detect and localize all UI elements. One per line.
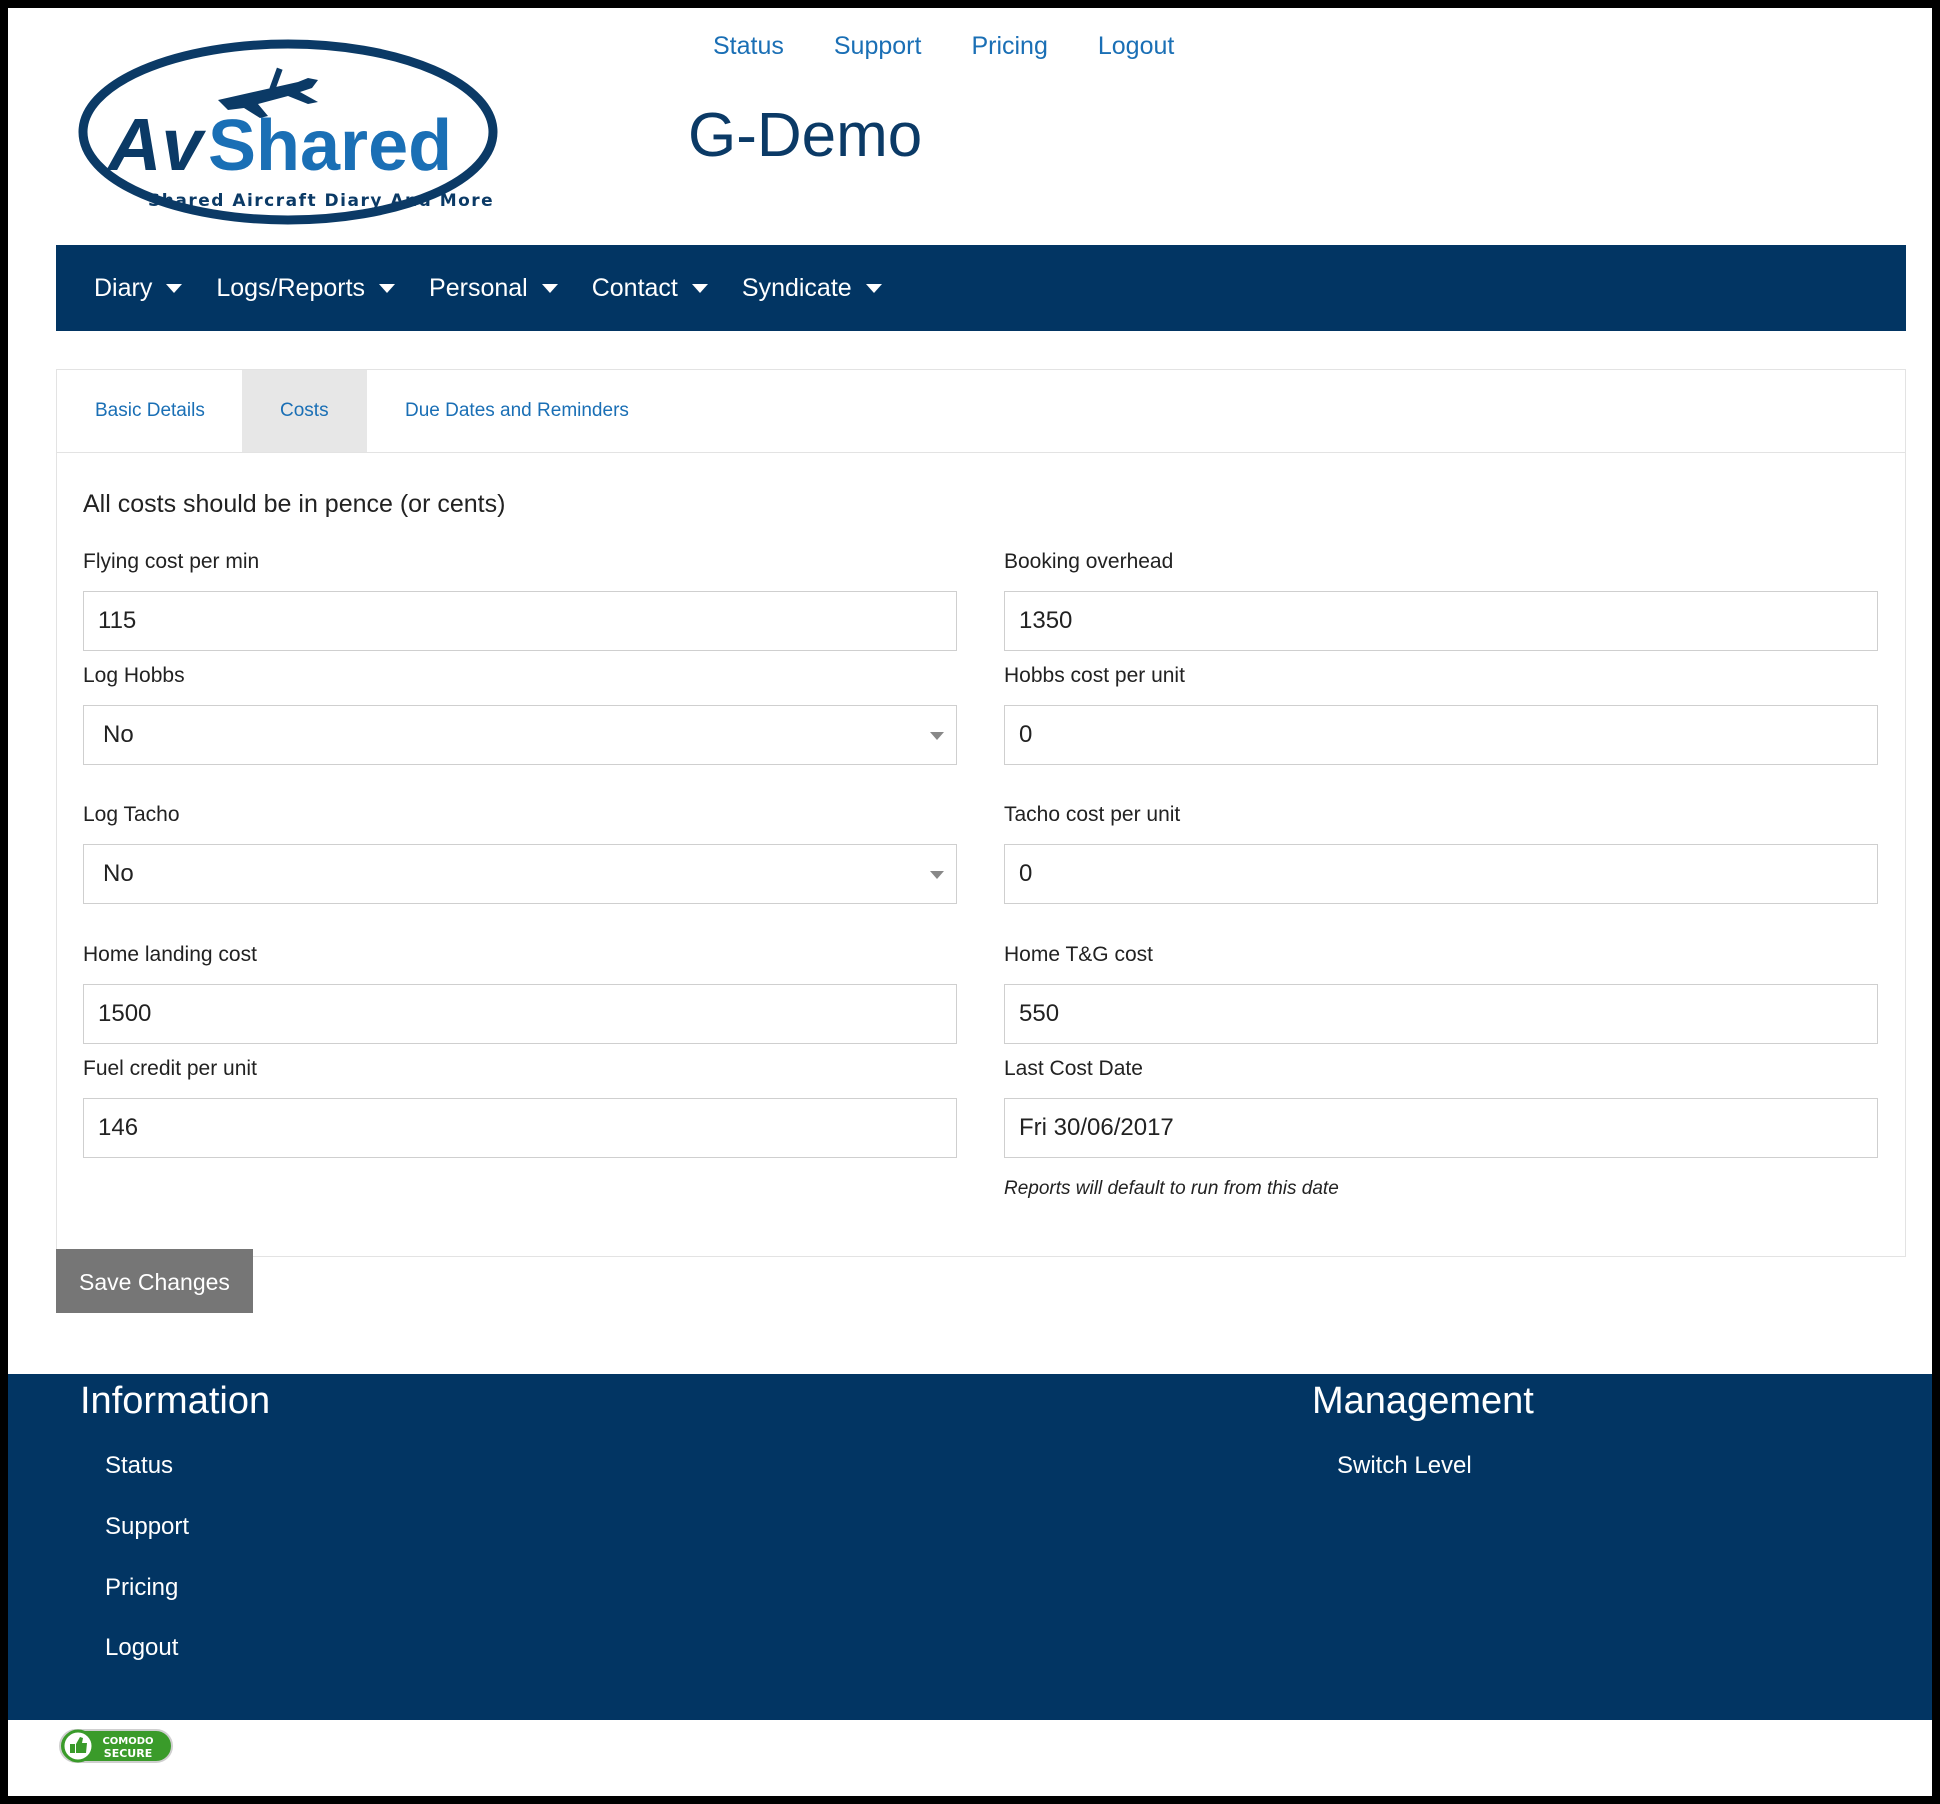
- nav-syndicate-label: Syndicate: [741, 273, 852, 302]
- nav-logs-label: Logs/Reports: [216, 273, 366, 302]
- caret-down-icon: [541, 283, 558, 293]
- caret-down-icon: [166, 283, 183, 293]
- nav-contact-label: Contact: [591, 273, 678, 302]
- aircraft-title: G-Demo: [688, 101, 923, 170]
- home-tg-input[interactable]: 550: [1004, 984, 1878, 1044]
- main-navbar: Diary Logs/Reports Personal Contact Synd…: [56, 245, 1906, 331]
- flying-cost-label: Flying cost per min: [83, 550, 260, 573]
- log-hobbs-value: No: [103, 721, 134, 748]
- log-tacho-label: Log Tacho: [83, 803, 180, 826]
- footer-link-logout[interactable]: Logout: [105, 1634, 178, 1662]
- nav-contact[interactable]: Contact: [592, 274, 708, 303]
- caret-down-icon: [691, 283, 708, 293]
- tacho-cost-input[interactable]: 0: [1004, 844, 1878, 904]
- tab-basic-details[interactable]: Basic Details: [57, 370, 243, 452]
- home-landing-label: Home landing cost: [83, 943, 257, 966]
- log-tacho-value: No: [103, 860, 134, 887]
- badge-line2: SECURE: [104, 1747, 152, 1760]
- top-link-logout[interactable]: Logout: [1098, 30, 1174, 62]
- nav-logs-reports[interactable]: Logs/Reports: [216, 273, 396, 303]
- nav-personal-label: Personal: [429, 273, 528, 302]
- footer-information-heading: Information: [80, 1380, 271, 1422]
- hobbs-cost-label: Hobbs cost per unit: [1004, 664, 1185, 687]
- fuel-credit-label: Fuel credit per unit: [83, 1057, 257, 1080]
- nav-personal[interactable]: Personal: [429, 274, 558, 303]
- costs-intro: All costs should be in pence (or cents): [83, 490, 506, 518]
- nav-diary[interactable]: Diary: [94, 273, 183, 303]
- tab-bar: Basic Details Costs Due Dates and Remind…: [57, 370, 1905, 453]
- dropdown-arrow-icon: [930, 871, 944, 879]
- booking-overhead-label: Booking overhead: [1004, 550, 1174, 573]
- hobbs-cost-input[interactable]: 0: [1004, 705, 1878, 765]
- tacho-cost-label: Tacho cost per unit: [1004, 803, 1181, 826]
- logo-tagline: Shared Aircraft Diary And More: [148, 191, 494, 211]
- save-changes-button[interactable]: Save Changes: [56, 1249, 253, 1313]
- fuel-credit-input[interactable]: 146: [83, 1098, 957, 1158]
- dropdown-arrow-icon: [930, 732, 944, 740]
- home-landing-input[interactable]: 1500: [83, 984, 957, 1044]
- home-tg-label: Home T&G cost: [1004, 943, 1153, 966]
- last-cost-date-label: Last Cost Date: [1004, 1057, 1143, 1080]
- footer-management-heading: Management: [1312, 1380, 1534, 1422]
- footer-link-status[interactable]: Status: [105, 1452, 173, 1480]
- last-cost-date-input[interactable]: Fri 30/06/2017: [1004, 1098, 1878, 1158]
- caret-down-icon: [379, 283, 396, 293]
- costs-panel: Basic Details Costs Due Dates and Remind…: [56, 369, 1906, 1257]
- nav-syndicate[interactable]: Syndicate: [742, 274, 882, 303]
- log-hobbs-select[interactable]: No: [83, 705, 957, 765]
- comodo-secure-badge[interactable]: COMODO SECURE: [58, 1726, 176, 1766]
- top-links: Status Support Pricing Logout: [713, 30, 1224, 62]
- caret-down-icon: [865, 283, 882, 293]
- footer-link-support[interactable]: Support: [105, 1513, 189, 1541]
- footer: Information Status Support Pricing Logou…: [8, 1374, 1932, 1720]
- last-cost-date-help: Reports will default to run from this da…: [1004, 1178, 1339, 1199]
- top-link-status[interactable]: Status: [713, 30, 784, 62]
- page: Av Shared Shared Aircraft Diary And More…: [8, 8, 1932, 1796]
- nav-diary-label: Diary: [94, 273, 153, 302]
- footer-link-pricing[interactable]: Pricing: [105, 1574, 178, 1602]
- footer-link-switch-level[interactable]: Switch Level: [1337, 1452, 1472, 1480]
- log-tacho-select[interactable]: No: [83, 844, 957, 904]
- avshared-logo[interactable]: Av Shared Shared Aircraft Diary And More: [68, 30, 508, 230]
- top-link-pricing[interactable]: Pricing: [971, 30, 1047, 62]
- log-hobbs-label: Log Hobbs: [83, 664, 185, 687]
- flying-cost-input[interactable]: 115: [83, 591, 957, 651]
- top-link-support[interactable]: Support: [834, 30, 922, 62]
- tab-due-dates[interactable]: Due Dates and Reminders: [367, 370, 667, 452]
- tab-costs[interactable]: Costs: [242, 370, 367, 452]
- booking-overhead-input[interactable]: 1350: [1004, 591, 1878, 651]
- logo-wordmark-shared: Shared: [208, 106, 452, 186]
- badge-line1: COMODO: [102, 1736, 153, 1747]
- logo-wordmark-av: Av: [106, 103, 206, 186]
